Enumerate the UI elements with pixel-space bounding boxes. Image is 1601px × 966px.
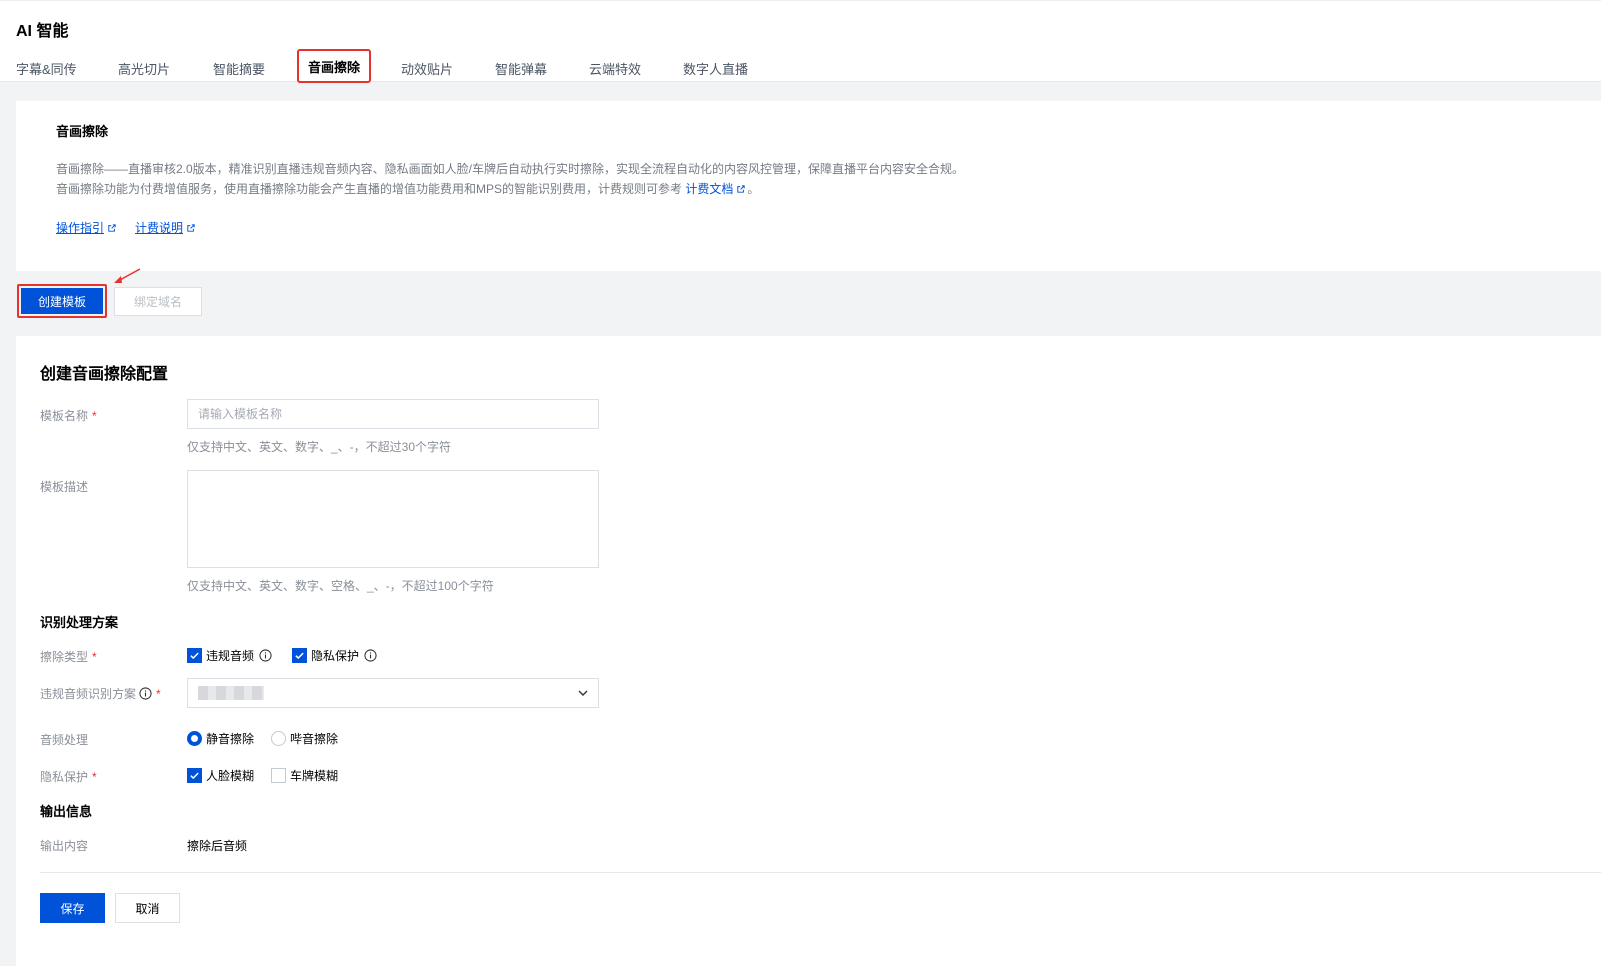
required-mark: * (156, 686, 161, 701)
audio-processing-label: 音频处理 (40, 733, 89, 747)
external-link-icon (187, 224, 195, 232)
intro-title: 音画擦除 (56, 124, 109, 139)
privacy-label: 隐私保护 * (40, 768, 97, 785)
billing-description-link[interactable]: 计费说明 (135, 219, 197, 236)
billing-doc-link[interactable]: 计费文档 (685, 182, 733, 196)
violation-audio-checkbox[interactable]: 违规音频 (187, 647, 272, 664)
output-content-value: 擦除后音频 (187, 839, 248, 853)
face-blur-checkbox[interactable]: 人脸模糊 (187, 767, 254, 784)
required-mark: * (92, 650, 97, 664)
redacted-value (198, 686, 264, 700)
billing-note-text: 音画擦除功能为付费增值服务，使用直播擦除功能会产生直播的增值功能费用和MPS的智… (56, 182, 683, 196)
tab-motion-stickers[interactable]: 动效贴片 (401, 59, 453, 78)
tab-highlight-clips[interactable]: 高光切片 (118, 59, 170, 78)
beep-erase-label: 哔音擦除 (290, 732, 339, 746)
radio-unselected-icon (271, 731, 286, 746)
privacy-text: 隐私保护 (40, 770, 89, 784)
template-name-hint: 仅支持中文、英文、数字、_、-，不超过30个字符 (187, 440, 452, 454)
template-name-text: 模板名称 (40, 409, 89, 423)
annotation-arrow-icon (114, 268, 141, 283)
checkbox-checked-icon (187, 768, 202, 783)
cancel-button[interactable]: 取消 (115, 893, 180, 923)
checkbox-unchecked-icon (271, 768, 286, 783)
audio-scheme-label: 违规音频识别方案 * (40, 685, 161, 702)
erase-type-text: 擦除类型 (40, 650, 89, 664)
mute-erase-radio[interactable]: 静音擦除 (187, 730, 254, 747)
checkbox-checked-icon (292, 648, 307, 663)
intro-description: 音画擦除——直播审核2.0版本，精准识别直播违规音频内容、隐私画面如人脸/车牌后… (56, 162, 965, 176)
required-mark: * (92, 409, 97, 423)
form-title: 创建音画擦除配置 (40, 366, 169, 383)
tab-smart-danmaku[interactable]: 智能弹幕 (495, 59, 547, 78)
beep-erase-radio[interactable]: 哔音擦除 (271, 730, 338, 747)
face-blur-label: 人脸模糊 (206, 769, 255, 783)
save-button[interactable]: 保存 (40, 893, 105, 923)
tab-subtitles[interactable]: 字幕&同传 (16, 59, 77, 78)
billing-description-label: 计费说明 (135, 221, 184, 235)
violation-audio-label: 违规音频 (206, 649, 255, 663)
info-icon[interactable] (364, 649, 377, 662)
top-bar: AI 智能 字幕&同传 高光切片 智能摘要 音画擦除 动效贴片 智能弹幕 云端特… (0, 0, 1601, 83)
external-link-icon (737, 185, 745, 193)
template-description-label: 模板描述 (40, 480, 89, 494)
output-section-title: 输出信息 (40, 804, 93, 819)
output-content-label: 输出内容 (40, 839, 89, 853)
intro-panel: 音画擦除 音画擦除——直播审核2.0版本，精准识别直播违规音频内容、隐私画面如人… (16, 101, 1601, 271)
tab-smart-summary[interactable]: 智能摘要 (213, 59, 265, 78)
page-title: AI 智能 (16, 23, 69, 40)
recognition-section-title: 识别处理方案 (40, 615, 119, 630)
intro-billing-note: 音画擦除功能为付费增值服务，使用直播擦除功能会产生直播的增值功能费用和MPS的智… (56, 180, 759, 197)
plate-blur-label: 车牌模糊 (290, 769, 339, 783)
operation-guide-link[interactable]: 操作指引 (56, 219, 118, 236)
audio-scheme-select[interactable] (187, 678, 599, 708)
tab-audio-video-erase[interactable]: 音画擦除 (297, 49, 371, 83)
bind-domain-button[interactable]: 绑定域名 (114, 287, 202, 316)
chevron-down-icon (578, 690, 588, 696)
info-icon[interactable] (139, 687, 152, 700)
template-name-input[interactable] (187, 399, 599, 429)
erase-type-label: 擦除类型 * (40, 648, 97, 665)
mute-erase-label: 静音擦除 (206, 732, 255, 746)
billing-note-suffix: 。 (747, 182, 760, 196)
radio-selected-icon (187, 731, 202, 746)
template-description-hint: 仅支持中文、英文、数字、空格、_、-，不超过100个字符 (187, 579, 494, 593)
tab-cloud-effects[interactable]: 云端特效 (589, 59, 641, 78)
create-template-button[interactable]: 创建模板 (17, 284, 107, 318)
checkbox-checked-icon (187, 648, 202, 663)
create-template-label: 创建模板 (21, 288, 103, 314)
tab-digital-human-live[interactable]: 数字人直播 (683, 59, 748, 78)
template-description-input[interactable] (187, 470, 599, 568)
template-name-label: 模板名称 * (40, 407, 97, 424)
required-mark: * (92, 770, 97, 784)
info-icon[interactable] (259, 649, 272, 662)
privacy-protection-checkbox[interactable]: 隐私保护 (292, 647, 377, 664)
external-link-icon (108, 224, 116, 232)
plate-blur-checkbox[interactable]: 车牌模糊 (271, 767, 338, 784)
operation-guide-label: 操作指引 (56, 221, 105, 235)
create-config-form: 创建音画擦除配置 模板名称* 仅支持中文、英文、数字、_、-，不超过30个字符 … (16, 336, 1601, 966)
divider (40, 872, 1601, 873)
privacy-protection-label: 隐私保护 (311, 649, 360, 663)
audio-scheme-text: 违规音频识别方案 (40, 687, 137, 701)
